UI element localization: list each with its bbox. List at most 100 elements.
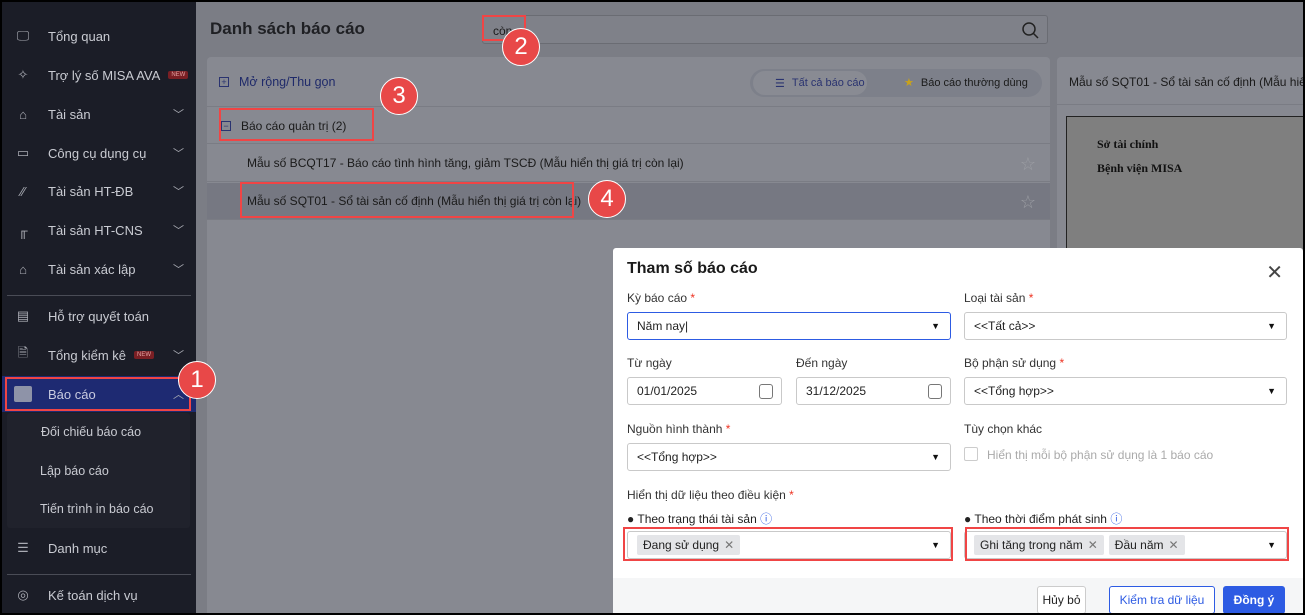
check-data-button[interactable]: Kiểm tra dữ liệu (1109, 586, 1215, 613)
label: Danh mục (48, 540, 108, 556)
sidebar-item-tro-ly[interactable]: ✧ Trợ lý số MISA AVA NEW (2, 57, 196, 93)
annotation-box-trang-thai (623, 527, 953, 561)
value: 01/01/2025 (637, 384, 698, 398)
value: 31/12/2025 (806, 384, 867, 398)
info-icon[interactable]: ⓘ (1110, 512, 1122, 526)
label: Tài sản xác lập (48, 261, 136, 277)
den-ngay-input[interactable]: 31/12/2025 (796, 377, 951, 405)
value: <<Tất cả>> (974, 319, 1036, 333)
caret-down-icon: ▼ (931, 452, 940, 462)
close-icon[interactable]: ✕ (1266, 260, 1283, 285)
chevron-down-icon: ﹀ (173, 225, 184, 237)
search-icon[interactable] (1021, 21, 1039, 39)
tu-ngay-input[interactable]: 01/01/2025 (627, 377, 782, 405)
paint-roller-icon: ▭ (16, 145, 30, 160)
sidebar-item-danh-muc[interactable]: ☰ Danh mục (2, 530, 196, 566)
nguon-select[interactable]: <<Tổng hợp>> ▼ (627, 443, 951, 471)
annotation-box-thoi-diem (965, 527, 1289, 561)
cancel-button[interactable]: Hủy bỏ (1037, 586, 1086, 613)
loai-label: Loại tài sản * (964, 291, 1034, 305)
loai-tai-san-select[interactable]: <<Tất cả>> ▼ (964, 312, 1287, 340)
sidebar-item-ht-db[interactable]: ⁄⁄ Tài sản HT-ĐB ﹀ (2, 173, 196, 209)
annotation-badge-3: 3 (380, 77, 418, 115)
new-badge: NEW (134, 351, 155, 359)
submenu-doi-chieu[interactable]: Đối chiếu báo cáo (41, 425, 141, 439)
sidebar-item-xac-lap[interactable]: ⌂ Tài sản xác lập ﹀ (2, 251, 196, 287)
ky-label: Kỳ báo cáo * (627, 291, 696, 305)
annotation-box-4 (240, 182, 574, 218)
submenu-lap-bao-cao[interactable]: Lập báo cáo (40, 464, 109, 478)
caret-down-icon: ▼ (1267, 321, 1276, 331)
tu-ngay-label: Từ ngày (627, 356, 672, 370)
thoi-diem-label: ● Theo thời điểm phát sinh ⓘ (964, 512, 1123, 526)
list-item[interactable]: Mẫu số BCQT17 - Báo cáo tình hình tăng, … (207, 145, 1050, 182)
sidebar-item-tong-quan[interactable]: 🖵 Tổng quan (2, 18, 196, 54)
car-house-icon: ⌂ (19, 261, 27, 277)
chevron-down-icon: ﹀ (173, 186, 184, 198)
calendar-icon[interactable] (759, 384, 773, 399)
annotation-box-1 (5, 377, 191, 411)
expand-collapse-button[interactable]: + Mở rộng/Thu gọn (219, 75, 335, 89)
doc-line: Sở tài chính (1097, 137, 1159, 151)
list-icon: ☰ (17, 540, 29, 555)
sparkle-icon: ✧ (17, 67, 29, 82)
sidebar-item-tai-san[interactable]: ⌂ Tài sản ﹀ (2, 96, 196, 132)
search-input[interactable]: còn (482, 15, 1048, 44)
label: Tài sản HT-ĐB (48, 183, 134, 199)
sidebar: 🖵 Tổng quan ✧ Trợ lý số MISA AVA NEW ⌂ Tài s… (2, 2, 196, 613)
ky-bao-cao-select[interactable]: Năm nay | ▼ (627, 312, 951, 340)
bo-phan-select[interactable]: <<Tổng hợp>> ▼ (964, 377, 1287, 405)
label: Công cụ dụng cụ (48, 145, 147, 161)
info-icon[interactable]: ⓘ (760, 512, 772, 526)
nguon-label: Nguồn hình thành * (627, 422, 731, 436)
monitor-chart-icon: 🖵 (16, 28, 30, 43)
sidebar-item-ht-cns[interactable]: ╓ Tài sản HT-CNS ﹀ (2, 212, 196, 248)
car-house-icon: ⌂ (19, 106, 27, 122)
report-name: Mẫu số BCQT17 - Báo cáo tình hình tăng, … (247, 156, 684, 170)
doc-check-icon: 🗎 (17, 345, 29, 360)
star-icon: ★ (904, 77, 914, 89)
chevron-down-icon: ﹀ (173, 350, 184, 362)
road-icon: ⁄⁄ (20, 183, 26, 199)
star-icon[interactable]: ☆ (1020, 154, 1036, 175)
hien-thi-label: Hiển thị dữ liệu theo điều kiện * (627, 488, 794, 502)
sidebar-item-ccdc[interactable]: ▭ Công cụ dụng cụ ﹀ (2, 135, 196, 171)
label: Kế toán dịch vụ (48, 587, 138, 603)
caret-down-icon: ▼ (931, 321, 940, 331)
bp-label: Bộ phận sử dụng * (964, 356, 1065, 370)
doc-line: Bệnh viện MISA (1097, 161, 1183, 175)
logo-icon: ◎ (17, 587, 29, 602)
pipe-icon: ╓ (18, 222, 28, 238)
sidebar-item-quyet-toan[interactable]: ▤ Hỗ trợ quyết toán (2, 298, 196, 334)
submenu-tien-trinh[interactable]: Tiến trình in báo cáo (40, 502, 154, 516)
caret-down-icon: ▼ (1267, 386, 1276, 396)
new-badge: NEW (168, 71, 189, 79)
label: Tất cả báo cáo (791, 77, 865, 89)
calendar-icon[interactable] (928, 384, 942, 399)
label: Hỗ trợ quyết toán (48, 308, 150, 324)
label: Tài sản (48, 106, 91, 122)
value: <<Tổng hợp>> (974, 384, 1054, 398)
label: Báo cáo thường dùng (920, 76, 1028, 89)
sidebar-item-kiem-ke[interactable]: 🗎 Tổng kiểm kê NEW ﹀ (2, 337, 196, 373)
checkbox[interactable] (964, 447, 978, 461)
label: Tài sản HT-CNS (48, 222, 143, 238)
tab-favorite-reports[interactable]: ★ Báo cáo thường dùng (904, 76, 1028, 90)
ok-button[interactable]: Đồng ý (1223, 586, 1285, 613)
chevron-down-icon: ﹀ (173, 109, 184, 121)
clipboard-icon: ▤ (16, 308, 30, 323)
star-icon[interactable]: ☆ (1020, 192, 1036, 213)
sidebar-item-ke-toan[interactable]: ◎ Kế toán dịch vụ (2, 577, 196, 613)
label: Mở rộng/Thu gọn (239, 75, 336, 89)
trang-thai-label: ● Theo trạng thái tài sản ⓘ (627, 512, 773, 526)
preview-title: Mẫu số SQT01 - Sổ tài sản cố định (Mẫu h… (1057, 57, 1303, 105)
annotation-badge-4: 4 (588, 180, 626, 218)
report-filter-toggle: ☰ Tất cả báo cáo ★ Báo cáo thường dùng (750, 69, 1042, 97)
annotation-badge-2: 2 (502, 28, 540, 66)
divider (7, 574, 191, 575)
tab-all-reports[interactable]: ☰ Tất cả báo cáo (753, 71, 867, 95)
annotation-badge-1: 1 (178, 361, 216, 399)
page-title: Danh sách báo cáo (210, 19, 365, 38)
label: Tổng kiểm kê (48, 347, 127, 363)
value: Năm nay (637, 319, 686, 333)
